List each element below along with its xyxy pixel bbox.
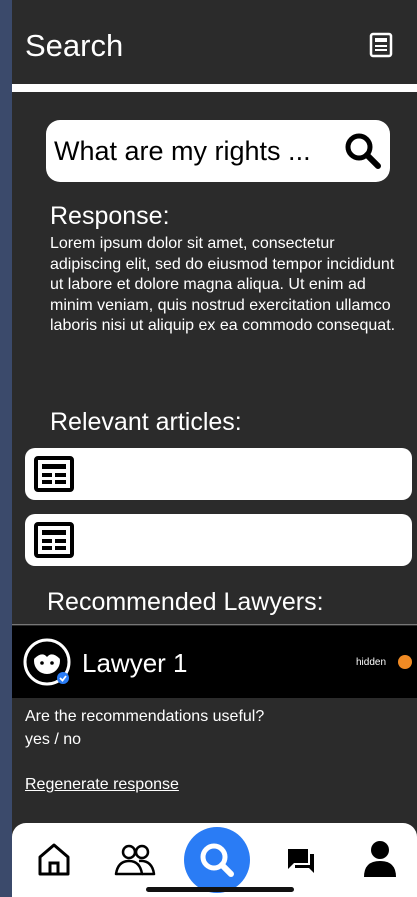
response-heading: Response: [50, 202, 170, 230]
avatar [23, 638, 71, 686]
relevant-articles-heading: Relevant articles: [50, 408, 242, 436]
article-icon [34, 522, 74, 558]
lawyer-card[interactable]: Lawyer 1 hidden [12, 626, 417, 698]
status-dot [398, 655, 412, 669]
search-input[interactable]: What are my rights ... [46, 120, 390, 182]
people-icon[interactable] [112, 841, 158, 879]
status-badge: hidden [356, 657, 387, 668]
document-icon[interactable] [369, 32, 393, 58]
chat-icon[interactable] [286, 845, 316, 875]
home-indicator [146, 887, 294, 892]
feedback-options[interactable]: yes / no [25, 731, 81, 749]
app-screen: Search What are my rights ... Response: … [12, 0, 417, 897]
search-query[interactable]: What are my rights ... [54, 136, 311, 167]
recommended-lawyers-heading: Recommended Lawyers: [47, 588, 324, 616]
home-icon[interactable] [34, 839, 74, 879]
header: Search [12, 0, 417, 86]
search-icon[interactable] [344, 132, 382, 170]
regenerate-response-link[interactable]: Regenerate response [25, 776, 179, 794]
page-title: Search [25, 28, 124, 63]
lawyer-name: Lawyer 1 [82, 648, 188, 678]
article-card[interactable] [25, 448, 412, 500]
search-tab-button[interactable] [184, 827, 250, 893]
feedback-question: Are the recommendations useful? [25, 708, 265, 725]
divider [12, 624, 417, 625]
search-icon [200, 843, 234, 877]
response-text: Lorem ipsum dolor sit amet, consectetur … [50, 235, 396, 334]
profile-icon[interactable] [362, 839, 398, 879]
article-card[interactable] [25, 514, 412, 566]
article-icon [34, 456, 74, 492]
header-divider [12, 84, 417, 92]
tab-bar [12, 823, 417, 897]
